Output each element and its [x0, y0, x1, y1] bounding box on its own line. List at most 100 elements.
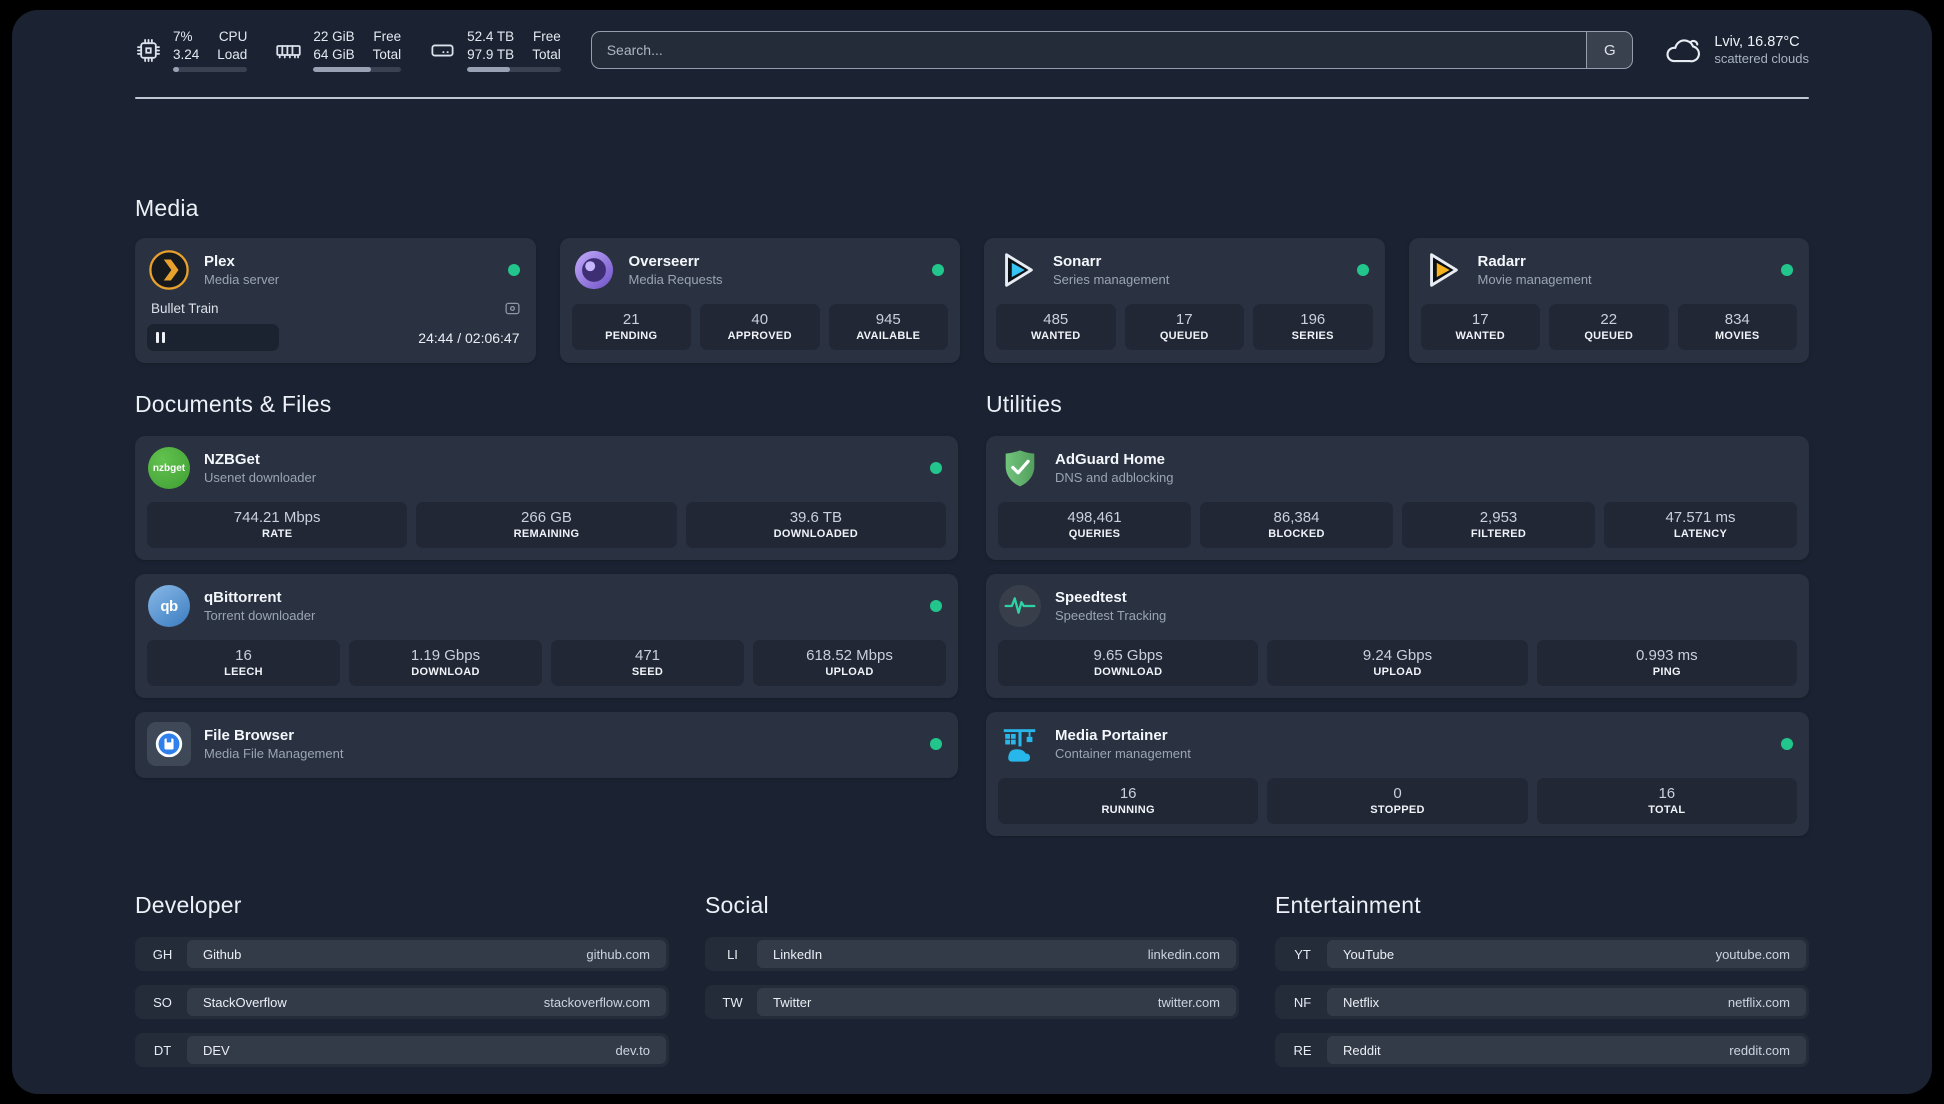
stat-value: 0.993 ms [1635, 647, 1698, 664]
service-card-radarr[interactable]: Radarr Movie management 17 WANTED 22 QUE… [1408, 238, 1809, 363]
status-dot [930, 600, 942, 612]
overseerr-icon [572, 248, 616, 292]
dashboard-frame: 7% 3.24 CPU Load 22 GiB 64 GiB Free Tota… [12, 10, 1932, 1094]
stat-box: 17 WANTED [1420, 304, 1540, 350]
stat-box: 16 TOTAL [1536, 778, 1797, 824]
stat-value: 21 [622, 311, 640, 328]
memory-total-value: 64 GiB [313, 46, 355, 62]
stat-value: 39.6 TB [789, 509, 842, 526]
bookmark-group-title: Developer [135, 892, 242, 918]
bookmark-netflix[interactable]: NF Netflix netflix.com [1275, 985, 1809, 1019]
stat-label: WANTED [1031, 330, 1081, 342]
search-engine-button[interactable]: G [1586, 32, 1633, 68]
stat-value: 471 [634, 647, 661, 664]
section-title-utilities: Utilities [986, 391, 1062, 417]
weather-location: Lviv, 16.87°C [1714, 34, 1800, 50]
memory-icon [275, 37, 302, 64]
now-playing-title: Bullet Train [151, 301, 219, 316]
bookmark-dev[interactable]: DT DEV dev.to [135, 1033, 669, 1067]
bookmark-url: reddit.com [1729, 1042, 1790, 1058]
service-name: Radarr [1477, 253, 1526, 270]
bookmark-url: netflix.com [1727, 994, 1790, 1010]
service-name: NZBGet [204, 451, 260, 468]
service-description: Movie management [1477, 272, 1592, 287]
stat-label: PENDING [605, 330, 658, 342]
stat-label: REMAINING [513, 528, 580, 540]
bookmark-group-social: Social LI LinkedIn linkedin.com TW Twitt… [705, 892, 1239, 1067]
stat-box: 40 APPROVED [700, 304, 820, 350]
bookmark-github[interactable]: GH Github github.com [135, 937, 669, 971]
service-card-adguard[interactable]: AdGuard Home DNS and adblocking 498,461 … [986, 436, 1809, 560]
status-dot [932, 264, 944, 276]
stat-label: QUEUED [1584, 330, 1634, 342]
stat-box: 471 SEED [551, 640, 744, 686]
bookmark-group-developer: Developer GH Github github.com SO StackO… [135, 892, 669, 1067]
service-description: Container management [1055, 746, 1191, 761]
stat-box: 0 STOPPED [1267, 778, 1528, 824]
status-dot [930, 738, 942, 750]
service-card-speedtest[interactable]: Speedtest Speedtest Tracking 9.65 Gbps D… [986, 574, 1809, 698]
service-card-qbittorrent[interactable]: qb qBittorrent Torrent downloader 16 LEE… [135, 574, 958, 698]
stat-label: SERIES [1291, 330, 1334, 342]
cloud-icon [1663, 34, 1701, 66]
stat-label: DOWNLOAD [411, 666, 480, 678]
cpu-progress-track [173, 67, 248, 73]
bookmark-name: DEV [203, 1042, 230, 1058]
status-dot [1781, 264, 1793, 276]
search-widget: G [590, 31, 1634, 69]
service-card-portainer[interactable]: Media Portainer Container management 16 … [986, 712, 1809, 836]
bookmark-stackoverflow[interactable]: SO StackOverflow stackoverflow.com [135, 985, 669, 1019]
service-name: AdGuard Home [1055, 451, 1166, 468]
pause-button[interactable] [156, 332, 165, 343]
memory-widget: 22 GiB 64 GiB Free Total [275, 28, 402, 73]
bookmark-abbr: GH [152, 946, 173, 962]
stat-value: 47.571 ms [1665, 509, 1736, 526]
memory-progress-fill [313, 67, 372, 73]
service-card-nzbget[interactable]: nzbget NZBGet Usenet downloader 744.21 M… [135, 436, 958, 560]
bookmark-youtube[interactable]: YT YouTube youtube.com [1275, 937, 1809, 971]
stat-value: 17 [1471, 311, 1489, 328]
stat-label: MOVIES [1714, 330, 1760, 342]
stat-box: 86,384 BLOCKED [1200, 502, 1393, 548]
status-dot [507, 264, 520, 276]
speedtest-icon [998, 584, 1042, 628]
service-card-overseerr[interactable]: Overseerr Media Requests 21 PENDING 40 A… [559, 238, 960, 363]
disk-total-label: Total [532, 46, 561, 62]
stat-box: 17 QUEUED [1124, 304, 1244, 350]
cpu-load-value: 3.24 [173, 46, 200, 62]
service-description: Torrent downloader [204, 608, 316, 623]
service-description: Speedtest Tracking [1055, 608, 1167, 623]
status-dot [1356, 264, 1369, 276]
stat-box: 22 QUEUED [1549, 304, 1669, 350]
bookmark-url: stackoverflow.com [543, 994, 650, 1010]
bookmark-group-title: Entertainment [1275, 892, 1421, 918]
stat-value: 2,953 [1479, 509, 1518, 526]
stat-value: 1.19 Gbps [410, 647, 481, 664]
bookmark-twitter[interactable]: TW Twitter twitter.com [705, 985, 1239, 1019]
stat-value: 17 [1175, 311, 1193, 328]
service-name: Overseerr [628, 253, 700, 270]
top-bar: 7% 3.24 CPU Load 22 GiB 64 GiB Free Tota… [135, 10, 1809, 73]
cpu-widget: 7% 3.24 CPU Load [135, 28, 248, 73]
bookmark-linkedin[interactable]: LI LinkedIn linkedin.com [705, 937, 1239, 971]
stat-label: AVAILABLE [856, 330, 921, 342]
cast-icon[interactable] [504, 300, 521, 317]
stat-box: 196 SERIES [1253, 304, 1373, 350]
stat-box: 21 PENDING [571, 304, 691, 350]
stat-value: 0 [1393, 785, 1402, 802]
radarr-icon [1421, 248, 1465, 292]
search-input[interactable] [591, 32, 1587, 68]
service-name: Media Portainer [1055, 727, 1168, 744]
stat-value: 266 GB [521, 509, 572, 526]
service-card-plex[interactable]: Plex Media server Bullet Train 24:44 / 0… [135, 238, 536, 363]
stat-value: 16 [1658, 785, 1676, 802]
service-card-filebrowser[interactable]: File Browser Media File Management [135, 712, 958, 778]
service-card-sonarr[interactable]: Sonarr Series management 485 WANTED 17 Q… [984, 238, 1385, 363]
section-utilities: Utilities AdGuard Home DNS and adblockin… [986, 391, 1809, 836]
service-name: Speedtest [1055, 589, 1127, 606]
bookmark-reddit[interactable]: RE Reddit reddit.com [1275, 1033, 1809, 1067]
stat-value: 22 [1600, 311, 1618, 328]
stat-label: PING [1652, 666, 1681, 678]
memory-free-label: Free [373, 28, 402, 44]
service-name: Sonarr [1053, 253, 1102, 270]
